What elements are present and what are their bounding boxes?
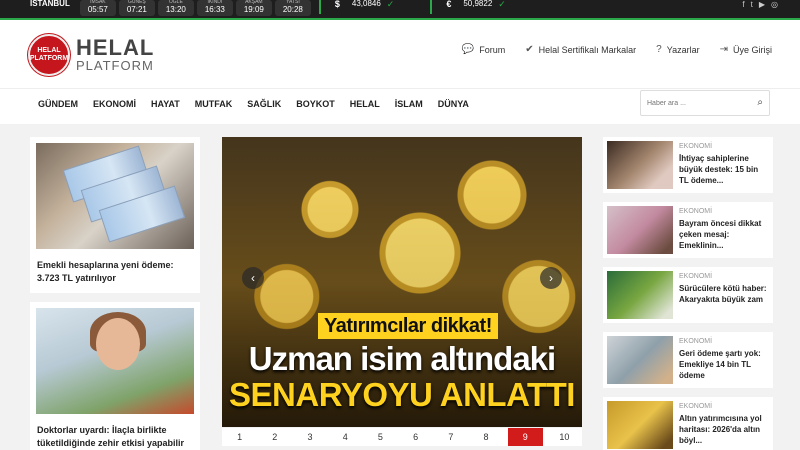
page-8[interactable]: 8: [468, 428, 503, 446]
nav-item-ekonomi[interactable]: EKONOMİ: [93, 99, 136, 109]
prayer-time-yatsi: YATSI 20:28: [274, 0, 311, 16]
money-image: [36, 143, 194, 249]
nav-item-saglik[interactable]: SAĞLIK: [247, 99, 281, 109]
euro-icon: €: [446, 0, 452, 9]
social-links: f t ▶ ◎: [742, 0, 778, 9]
page-4[interactable]: 4: [328, 428, 363, 446]
side-news-title: Altın yatırımcısına yol haritası: 2026'd…: [679, 414, 762, 445]
prev-arrow-icon[interactable]: ‹: [242, 267, 264, 289]
gold-thumbnail: [607, 401, 673, 449]
header-links: 💬 Forum ✔ Helal Sertifikalı Markalar ? Yaza…: [462, 44, 772, 55]
page-2[interactable]: 2: [257, 428, 292, 446]
banknotes-thumbnail: [607, 206, 673, 254]
prayer-time-gunes: GÜNEŞ 07:21: [118, 0, 155, 16]
logo-title: HELAL: [76, 35, 155, 60]
logo-subtitle: PLATFORM: [76, 58, 154, 73]
fuel-pump-thumbnail: [607, 271, 673, 319]
page-6[interactable]: 6: [398, 428, 433, 446]
site-header: HELAL PLATFORM HELAL PLATFORM 💬 Forum ✔ He…: [0, 18, 800, 88]
slider-pagination: 1 2 3 4 5 6 7 8 9 10: [222, 428, 582, 446]
site-logo[interactable]: HELAL PLATFORM HELAL PLATFORM: [28, 34, 154, 76]
category-label: EKONOMİ: [679, 273, 713, 280]
certified-brands-link[interactable]: ✔ Helal Sertifikalı Markalar: [525, 44, 636, 55]
headline-slider[interactable]: ‹ › Yatırımcılar dikkat! Uzman isim altı…: [222, 137, 582, 427]
facebook-icon[interactable]: f: [742, 0, 744, 9]
city-label: İSTANBUL: [30, 0, 70, 8]
news-card-title: Doktorlar uyardı: İlaçla birlikte tüketi…: [37, 425, 185, 448]
side-news-item[interactable]: EKONOMİ Altın yatırımcısına yol haritası…: [603, 397, 773, 450]
login-link[interactable]: ⇥ Üye Girişi: [720, 44, 772, 55]
certificate-icon: ✔: [525, 44, 534, 55]
page-9-active[interactable]: 9: [507, 428, 543, 446]
question-icon: ?: [656, 44, 662, 55]
news-card[interactable]: Emekli hesaplarına yeni ödeme: 3.723 TL …: [30, 137, 200, 293]
side-news-item[interactable]: EKONOMİ İhtiyaç sahiplerine büyük destek…: [603, 137, 773, 193]
instagram-icon[interactable]: ◎: [771, 0, 778, 9]
page-7[interactable]: 7: [433, 428, 468, 446]
currency-eur: € 50,9822 ✓: [446, 0, 506, 9]
payment-thumbnail: [607, 336, 673, 384]
login-icon: ⇥: [719, 44, 728, 55]
side-news-item[interactable]: EKONOMİ Sürücülere kötü haber: Akaryakıt…: [603, 267, 773, 323]
page-3[interactable]: 3: [292, 428, 327, 446]
page-5[interactable]: 5: [363, 428, 398, 446]
search-input[interactable]: [641, 91, 741, 115]
search-box: ⌕: [640, 90, 770, 116]
side-news-title: Sürücülere kötü haber: Akaryakıta büyük …: [679, 284, 767, 304]
logo-badge: HELAL PLATFORM: [28, 34, 70, 76]
currency-usd: $ 43,0846 ✓: [334, 0, 395, 9]
up-check-icon: ✓: [386, 0, 395, 9]
top-info-bar: İSTANBUL İMSAK 05:57 GÜNEŞ 07:21 ÖĞLE 13:20…: [0, 0, 800, 18]
headline-line-2: SENARYOYU ANLATTI: [229, 376, 575, 413]
youtube-icon[interactable]: ▶: [759, 0, 765, 9]
next-arrow-icon[interactable]: ›: [540, 267, 562, 289]
news-card-title: Emekli hesaplarına yeni ödeme: 3.723 TL …: [37, 260, 174, 283]
category-label: EKONOMİ: [679, 403, 713, 410]
nav-item-hayat[interactable]: HAYAT: [151, 99, 180, 109]
side-news-item[interactable]: EKONOMİ Bayram öncesi dikkat çeken mesaj…: [603, 202, 773, 258]
page-1[interactable]: 1: [222, 428, 257, 446]
vegetables-image: [36, 308, 194, 414]
side-news-title: İhtiyaç sahiplerine büyük destek: 15 bin…: [679, 154, 759, 185]
chat-icon: 💬: [461, 44, 475, 55]
headline-tag: Yatırımcılar dikkat!: [318, 313, 498, 339]
prayer-time-imsak: İMSAK 05:57: [79, 0, 116, 16]
side-news-item[interactable]: EKONOMİ Geri ödeme şartı yok: Emekliye 1…: [603, 332, 773, 388]
nav-item-islam[interactable]: İSLAM: [395, 99, 423, 109]
nav-item-dunya[interactable]: DÜNYA: [438, 99, 469, 109]
prayer-time-aksam: AKŞAM 19:09: [235, 0, 272, 16]
side-news-title: Geri ödeme şartı yok: Emekliye 14 bin TL…: [679, 349, 761, 380]
up-check-icon: ✓: [498, 0, 506, 9]
category-label: EKONOMİ: [679, 208, 713, 215]
forum-link[interactable]: 💬 Forum: [462, 44, 505, 55]
divider: [318, 0, 321, 14]
prayer-time-ogle: ÖĞLE 13:20: [157, 0, 194, 16]
dollar-icon: $: [334, 0, 340, 9]
prayer-time-ikindi: İKİNDİ 16:33: [196, 0, 233, 16]
headline-line-1: Uzman isim altındaki: [248, 340, 556, 377]
nav-item-gundem[interactable]: GÜNDEM: [38, 99, 78, 109]
nav-item-boykot[interactable]: BOYKOT: [296, 99, 335, 109]
divider: [430, 0, 433, 14]
category-label: EKONOMİ: [679, 338, 713, 345]
twitter-icon[interactable]: t: [751, 0, 753, 9]
money-hands-thumbnail: [607, 141, 673, 189]
category-label: EKONOMİ: [679, 143, 713, 150]
authors-link[interactable]: ? Yazarlar: [656, 44, 699, 55]
nav-item-mutfak[interactable]: MUTFAK: [195, 99, 233, 109]
nav-item-helal[interactable]: HELAL: [350, 99, 380, 109]
side-news-title: Bayram öncesi dikkat çeken mesaj: Emekli…: [679, 219, 762, 250]
page-10[interactable]: 10: [547, 428, 582, 446]
search-icon[interactable]: ⌕: [757, 97, 763, 108]
news-card[interactable]: Doktorlar uyardı: İlaçla birlikte tüketi…: [30, 302, 200, 450]
prayer-times: İMSAK 05:57 GÜNEŞ 07:21 ÖĞLE 13:20 İKİNDİ 16…: [79, 0, 311, 16]
